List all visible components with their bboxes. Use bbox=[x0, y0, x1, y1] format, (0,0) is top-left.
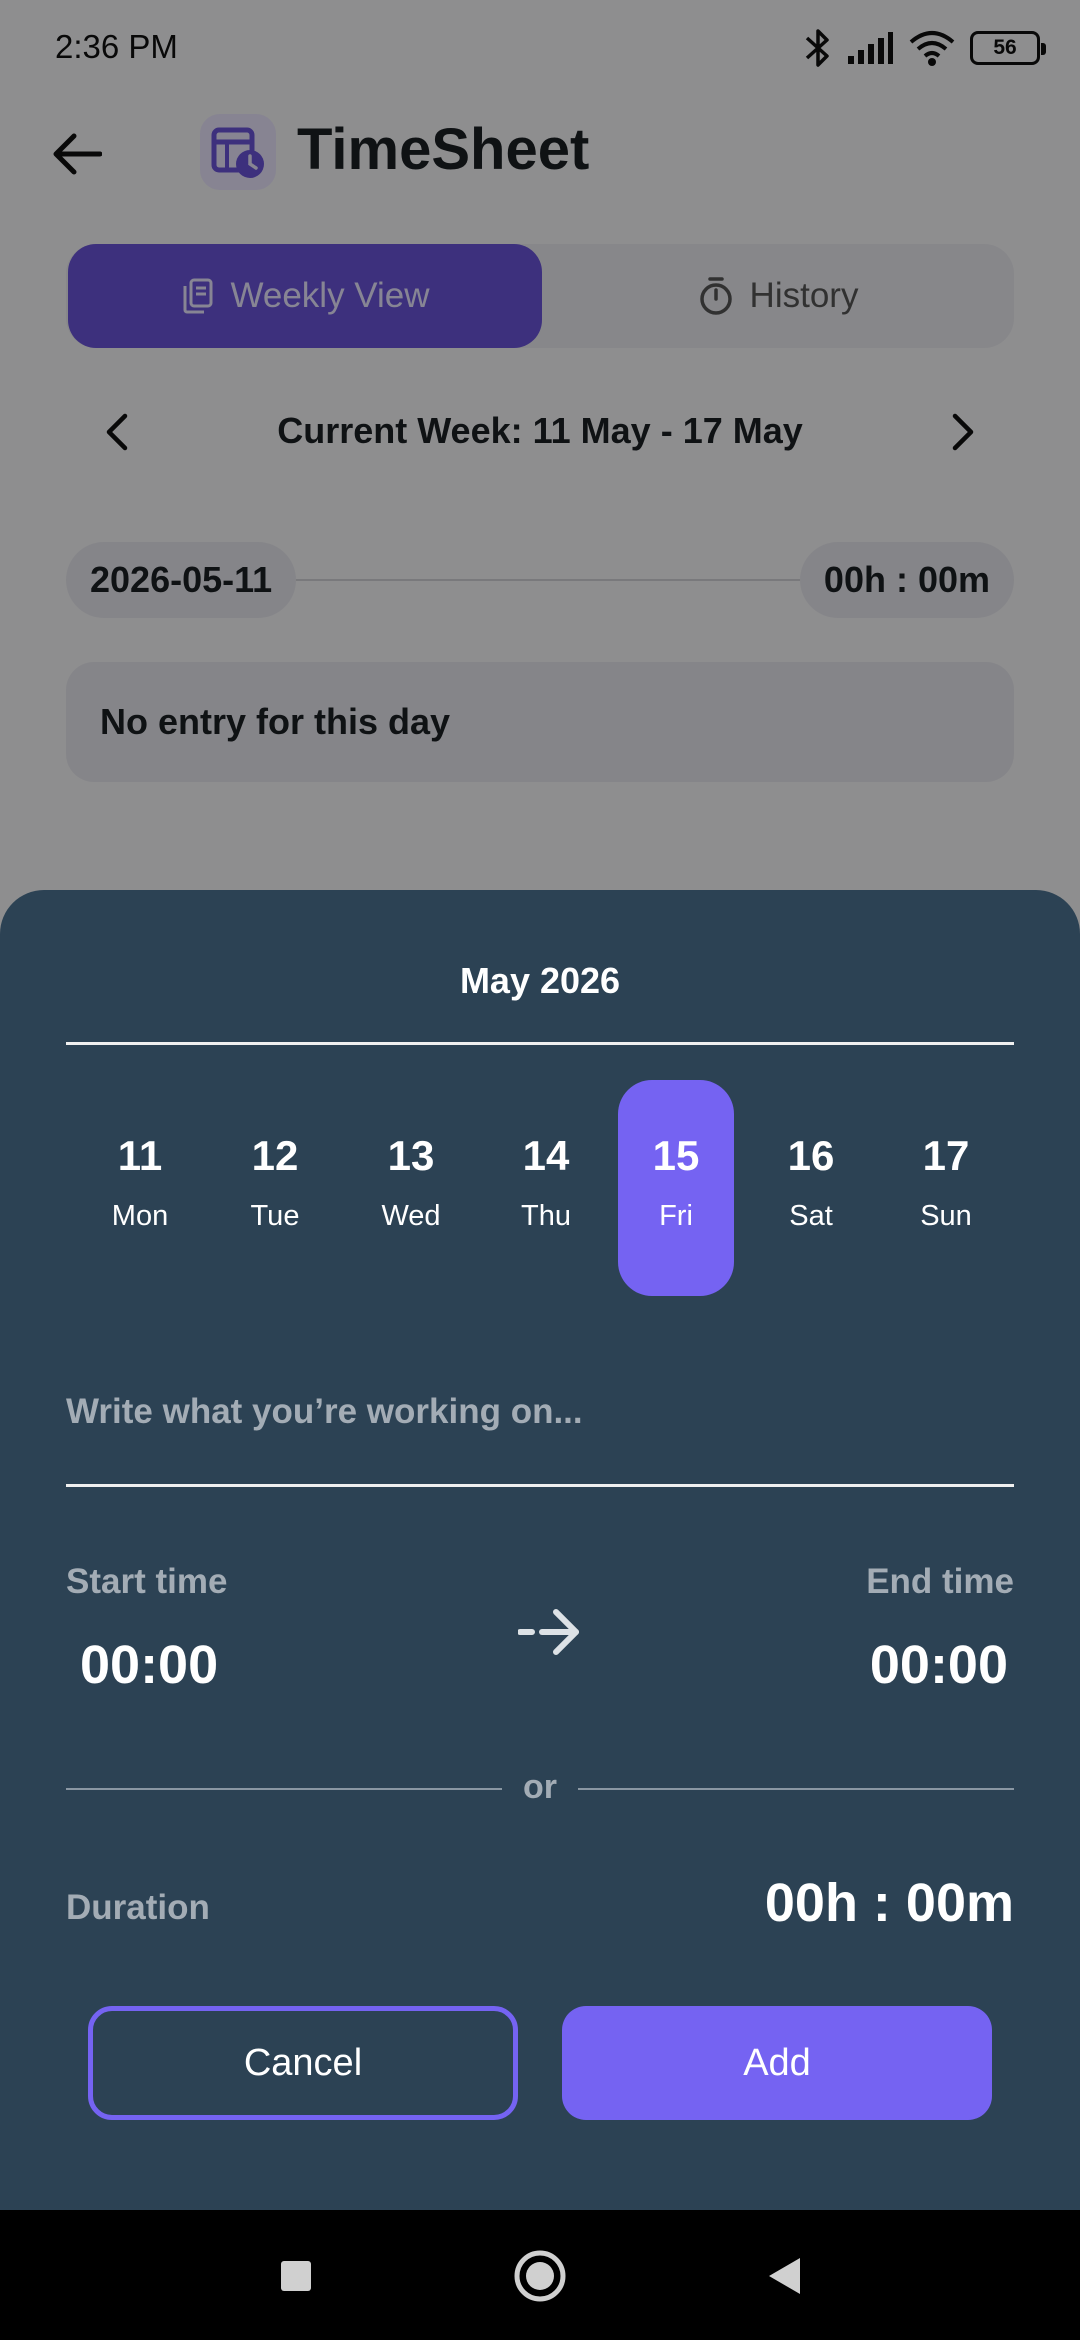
day-picker-item[interactable]: 11 Mon bbox=[82, 1080, 198, 1296]
day-number: 16 bbox=[787, 1132, 835, 1179]
task-description-input[interactable] bbox=[66, 1380, 1014, 1444]
day-number: 11 bbox=[117, 1132, 163, 1179]
or-line-right bbox=[578, 1788, 1014, 1790]
cancel-button[interactable]: Cancel bbox=[88, 2006, 518, 2120]
day-picker-item[interactable]: 13 Wed bbox=[353, 1080, 469, 1296]
end-time-label: End time bbox=[866, 1562, 1014, 1601]
start-time-label: Start time bbox=[66, 1562, 228, 1601]
sheet-divider bbox=[66, 1042, 1014, 1045]
day-weekday: Sun bbox=[920, 1200, 972, 1232]
add-button[interactable]: Add bbox=[562, 2006, 992, 2120]
day-weekday: Mon bbox=[111, 1200, 169, 1232]
system-nav-bar bbox=[0, 2210, 1080, 2340]
day-picker-item[interactable]: 17 Sun bbox=[888, 1080, 1004, 1296]
circle-icon bbox=[514, 2250, 566, 2302]
start-time-value[interactable]: 00:00 bbox=[80, 1634, 218, 1696]
day-number: 15 bbox=[652, 1132, 700, 1179]
day-weekday: Wed bbox=[381, 1200, 441, 1232]
day-picker-item-selected[interactable]: 15 Fri bbox=[618, 1080, 734, 1296]
day-picker-item[interactable]: 12 Tue bbox=[217, 1080, 333, 1296]
add-entry-sheet: May 2026 11 Mon 12 Tue 13 Wed 14 Thu 15 … bbox=[0, 890, 1080, 2210]
home-button[interactable] bbox=[508, 2244, 572, 2308]
day-number: 13 bbox=[387, 1132, 435, 1179]
task-input-underline bbox=[66, 1484, 1014, 1487]
day-picker-item[interactable]: 16 Sat bbox=[753, 1080, 869, 1296]
duration-value[interactable]: 00h : 00m bbox=[765, 1872, 1014, 1934]
sheet-month-title: May 2026 bbox=[459, 960, 621, 1001]
recent-apps-button[interactable] bbox=[264, 2244, 328, 2308]
square-icon bbox=[281, 2261, 311, 2291]
arrow-right-icon bbox=[518, 1609, 579, 1655]
day-picker: 11 Mon 12 Tue 13 Wed 14 Thu 15 Fri 16 Sa… bbox=[66, 1080, 1014, 1296]
day-number: 14 bbox=[522, 1132, 570, 1179]
day-picker-item[interactable]: 14 Thu bbox=[488, 1080, 604, 1296]
or-separator: or bbox=[66, 1768, 1014, 1808]
nav-back-button[interactable] bbox=[752, 2244, 816, 2308]
day-weekday: Thu bbox=[521, 1200, 571, 1232]
day-weekday: Tue bbox=[250, 1200, 300, 1232]
day-number: 17 bbox=[922, 1132, 970, 1179]
triangle-back-icon bbox=[769, 2258, 800, 2294]
end-time-value[interactable]: 00:00 bbox=[870, 1634, 1008, 1696]
day-weekday: Sat bbox=[789, 1200, 833, 1232]
duration-label: Duration bbox=[66, 1888, 210, 1927]
day-weekday: Fri bbox=[659, 1200, 693, 1232]
day-number: 12 bbox=[251, 1132, 299, 1179]
